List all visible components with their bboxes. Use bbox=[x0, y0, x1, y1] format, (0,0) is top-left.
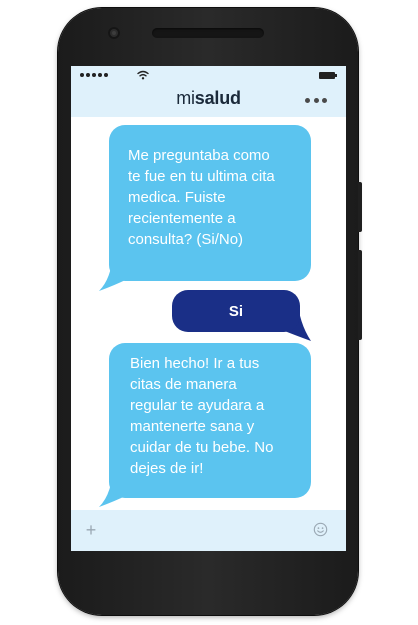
more-options-icon[interactable] bbox=[305, 94, 327, 106]
status-bar bbox=[71, 66, 346, 84]
speaker-grille bbox=[152, 28, 264, 38]
message-bubble-incoming: Me preguntaba como te fue en tu ultima c… bbox=[109, 125, 311, 281]
wifi-icon bbox=[137, 70, 149, 80]
message-text: Me preguntaba como te fue en tu ultima c… bbox=[128, 147, 275, 248]
brand-prefix: mi bbox=[176, 88, 195, 108]
emoji-icon[interactable] bbox=[313, 522, 328, 537]
volume-button bbox=[358, 250, 362, 340]
message-bubble-incoming: Bien hecho! Ir a tus citas de manera reg… bbox=[109, 343, 311, 498]
stage: misalud Me preguntaba como te fue en tu … bbox=[0, 0, 418, 625]
battery-icon bbox=[319, 72, 337, 79]
message-text: Bien hecho! Ir a tus citas de manera reg… bbox=[130, 355, 274, 477]
signal-dots-icon bbox=[80, 73, 108, 77]
plus-icon[interactable]: + bbox=[83, 520, 99, 540]
message-text: Si bbox=[228, 303, 244, 320]
brand-main: salud bbox=[194, 88, 241, 108]
message-input-bar[interactable]: + bbox=[71, 510, 346, 551]
front-camera-icon bbox=[108, 27, 120, 39]
app-header: misalud bbox=[71, 84, 346, 117]
chat-thread: Me preguntaba como te fue en tu ultima c… bbox=[71, 117, 346, 510]
phone-screen: misalud Me preguntaba como te fue en tu … bbox=[71, 66, 346, 551]
message-bubble-outgoing: Si bbox=[172, 290, 300, 332]
power-button bbox=[358, 182, 362, 232]
